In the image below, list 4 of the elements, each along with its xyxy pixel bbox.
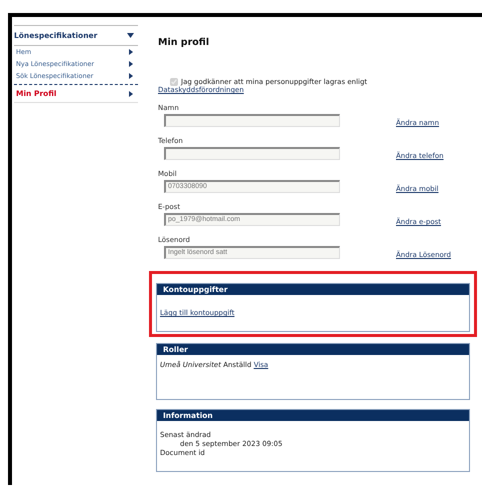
input-field[interactable]	[164, 146, 340, 160]
page-title: Min profil	[158, 37, 210, 48]
triangle-right-icon	[129, 90, 133, 96]
input-field[interactable]	[164, 114, 340, 126]
